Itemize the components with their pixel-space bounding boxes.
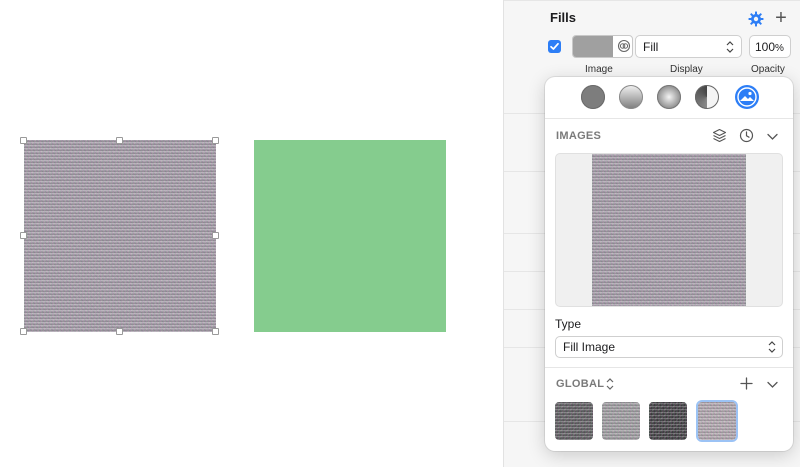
resize-handle-bottom-right[interactable] xyxy=(212,328,219,335)
image-preview-thumbnail xyxy=(592,154,746,306)
divider xyxy=(545,118,793,119)
global-swatch-charcoal[interactable] xyxy=(649,402,687,440)
display-sub-label: Display xyxy=(670,64,703,75)
fill-picker-popover: IMAGES Type Fill Image GLOBAL xyxy=(545,77,793,451)
opacity-value: 100 xyxy=(755,40,776,54)
checkmark-icon xyxy=(550,42,559,50)
resize-handle-top[interactable] xyxy=(116,137,123,144)
chevron-down-icon[interactable] xyxy=(765,129,780,144)
type-label: Type xyxy=(555,317,582,331)
display-mode-select[interactable]: Fill xyxy=(635,35,742,58)
image-sub-label: Image xyxy=(585,64,613,75)
global-section-label: GLOBAL xyxy=(556,378,605,390)
clock-icon[interactable] xyxy=(739,128,754,143)
layers-icon[interactable] xyxy=(712,128,727,143)
fill-swatch-preview xyxy=(573,36,613,57)
plus-icon[interactable] xyxy=(739,376,754,391)
display-mode-value: Fill xyxy=(643,40,659,54)
noise-image-shape[interactable] xyxy=(24,140,216,332)
angular-gradient-icon[interactable] xyxy=(695,85,719,109)
fill-enabled-checkbox[interactable] xyxy=(548,40,561,53)
opacity-sub-label: Opacity xyxy=(751,64,785,75)
resize-handle-top-left[interactable] xyxy=(20,137,27,144)
images-section-label: IMAGES xyxy=(556,130,602,142)
gear-icon[interactable] xyxy=(748,11,764,27)
resize-handle-bottom-left[interactable] xyxy=(20,328,27,335)
canvas[interactable] xyxy=(0,0,503,467)
chevron-updown-icon[interactable] xyxy=(605,377,615,391)
global-swatch-light-gray[interactable] xyxy=(602,402,640,440)
divider xyxy=(504,0,800,1)
divider xyxy=(545,367,793,368)
chevron-updown-icon xyxy=(768,341,776,353)
image-glyph xyxy=(737,87,757,107)
chevron-updown-icon xyxy=(726,41,734,53)
resize-handle-top-right[interactable] xyxy=(212,137,219,144)
add-fill-plus-icon[interactable]: + xyxy=(772,8,790,28)
global-swatch-noise-selected[interactable] xyxy=(698,402,736,440)
resize-handle-bottom[interactable] xyxy=(116,328,123,335)
link-icon[interactable] xyxy=(617,39,631,53)
solid-fill-icon[interactable] xyxy=(581,85,605,109)
image-type-value: Fill Image xyxy=(563,340,616,354)
image-type-select[interactable]: Fill Image xyxy=(555,336,783,358)
radial-gradient-icon[interactable] xyxy=(657,85,681,109)
fill-swatch-well[interactable] xyxy=(572,35,633,58)
global-swatch-dark-gray[interactable] xyxy=(555,402,593,440)
image-preview[interactable] xyxy=(555,153,783,307)
chevron-down-icon[interactable] xyxy=(765,377,780,392)
image-fill-icon[interactable] xyxy=(735,85,759,109)
green-rectangle-shape[interactable] xyxy=(254,140,446,332)
resize-handle-right[interactable] xyxy=(212,232,219,239)
fills-section-title: Fills xyxy=(550,10,577,25)
resize-handle-left[interactable] xyxy=(20,232,27,239)
opacity-unit: % xyxy=(775,43,784,54)
opacity-input[interactable]: 100% xyxy=(749,35,791,58)
linear-gradient-icon[interactable] xyxy=(619,85,643,109)
